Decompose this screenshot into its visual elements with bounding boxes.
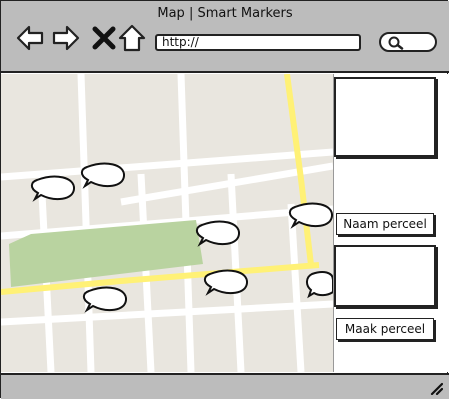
map-marker[interactable]: [80, 162, 125, 189]
map-marker[interactable]: [195, 220, 240, 247]
stop-icon[interactable]: [89, 23, 119, 53]
url-input[interactable]: http://: [155, 34, 361, 51]
map-marker[interactable]: [306, 271, 333, 299]
search-icon: [388, 36, 404, 50]
map-marker[interactable]: [30, 175, 75, 202]
placeholder-panel-bottom: [334, 245, 436, 307]
forward-icon[interactable]: [51, 23, 81, 53]
window-title: Map | Smart Markers: [157, 6, 293, 21]
search-field[interactable]: [379, 32, 437, 52]
map-canvas[interactable]: [1, 74, 333, 372]
map-marker[interactable]: [288, 202, 333, 229]
status-bar: [1, 373, 449, 399]
browser-window: Map | Smart Markers http:// Naam perceel…: [0, 0, 449, 399]
map-marker[interactable]: [82, 286, 127, 313]
back-icon[interactable]: [15, 23, 45, 53]
placeholder-panel-top: [334, 77, 436, 157]
home-icon[interactable]: [117, 23, 147, 53]
name-parcel-button[interactable]: Naam perceel: [336, 213, 434, 235]
title-bar: Map | Smart Markers http://: [1, 1, 449, 73]
map-marker[interactable]: [203, 269, 248, 296]
map-view[interactable]: [1, 74, 333, 372]
resize-grip-icon[interactable]: [429, 381, 443, 395]
create-parcel-button[interactable]: Maak perceel: [336, 318, 434, 340]
sidebar: Naam perceel Maak perceel: [333, 74, 449, 372]
